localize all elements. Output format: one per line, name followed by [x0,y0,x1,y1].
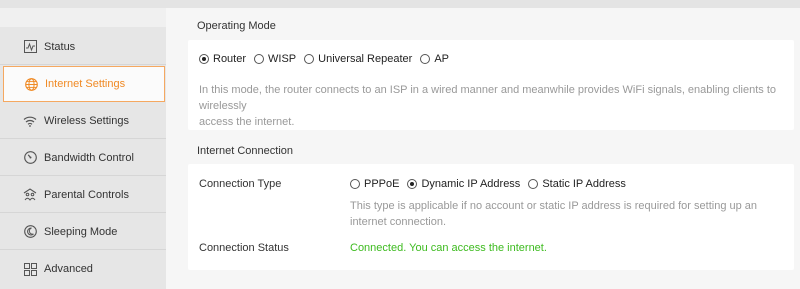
top-bar [0,0,800,8]
option-label: Dynamic IP Address [421,178,521,190]
sidebar-item-wireless-settings[interactable]: Wireless Settings [0,103,166,139]
sidebar-item-label: Advanced [44,263,93,275]
main-content: Operating Mode Router WISP Universal Rep… [166,8,800,289]
conn-option-pppoe[interactable]: PPPoE [350,178,399,190]
sidebar-item-label: Bandwidth Control [44,151,134,164]
sidebar-item-label: Parental Controls [44,188,129,201]
radio-static-ip[interactable] [528,179,539,189]
sidebar-item-bandwidth-control[interactable]: Bandwidth Control [0,140,166,176]
radio-wisp[interactable] [254,54,265,64]
family-icon [23,188,37,202]
connection-status-label: Connection Status [199,242,289,254]
connection-type-description: This type is applicable if no account or… [350,198,770,230]
option-label: Universal Repeater [318,53,413,65]
moon-icon [23,225,37,239]
option-label: AP [434,53,449,65]
radio-universal-repeater[interactable] [304,54,315,64]
description-line: This type is applicable if no account or… [350,200,758,212]
radio-ap[interactable] [420,54,431,64]
conn-option-static-ip[interactable]: Static IP Address [528,178,626,190]
grid-icon [23,262,37,276]
status-icon [23,40,37,54]
sidebar-item-label: Wireless Settings [44,114,129,127]
sidebar-item-advanced[interactable]: Advanced [0,251,166,287]
sidebar-item-status[interactable]: Status [0,29,166,65]
option-label: PPPoE [364,178,400,190]
mode-option-router[interactable]: Router [199,53,246,65]
radio-router[interactable] [199,54,209,64]
option-label: WISP [268,53,297,65]
sidebar-item-label: Internet Settings [45,78,126,90]
mode-option-wisp[interactable]: WISP [254,53,296,65]
sidebar-item-label: Status [44,40,76,53]
connection-status-value: Connected. You can access the internet. [350,242,547,254]
description-line: In this mode, the router connects to an … [199,84,776,112]
internet-connection-panel: Connection Type PPPoE Dynamic IP Address… [188,164,794,270]
description-line: access the internet. [199,116,295,128]
radio-dynamic-ip[interactable] [407,179,418,189]
sidebar-item-sleeping-mode[interactable]: Sleeping Mode [0,214,166,250]
option-label: Router [213,53,247,65]
operating-mode-options: Router WISP Universal Repeater AP [199,53,457,65]
mode-option-universal-repeater[interactable]: Universal Repeater [304,53,412,65]
mode-option-ap[interactable]: AP [420,53,449,65]
globe-icon [24,77,38,91]
conn-option-dynamic-ip[interactable]: Dynamic IP Address [407,178,520,190]
sidebar-nav: Status Internet Settings Wireless Settin… [0,27,166,289]
description-line: internet connection. [350,216,447,228]
operating-mode-panel: Router WISP Universal Repeater AP In thi… [188,40,794,130]
connection-type-options: PPPoE Dynamic IP Address Static IP Addre… [350,178,634,190]
operating-mode-description: In this mode, the router connects to an … [199,82,789,130]
connection-type-label: Connection Type [199,178,282,190]
sidebar-item-internet-settings[interactable]: Internet Settings [3,66,165,102]
sidebar-item-parental-controls[interactable]: Parental Controls [0,177,166,213]
wifi-icon [23,114,37,128]
operating-mode-title: Operating Mode [197,20,276,32]
sidebar-item-label: Sleeping Mode [44,225,118,238]
option-label: Static IP Address [542,178,626,190]
gauge-icon [23,151,37,165]
internet-connection-title: Internet Connection [197,145,294,157]
radio-pppoe[interactable] [350,179,360,189]
